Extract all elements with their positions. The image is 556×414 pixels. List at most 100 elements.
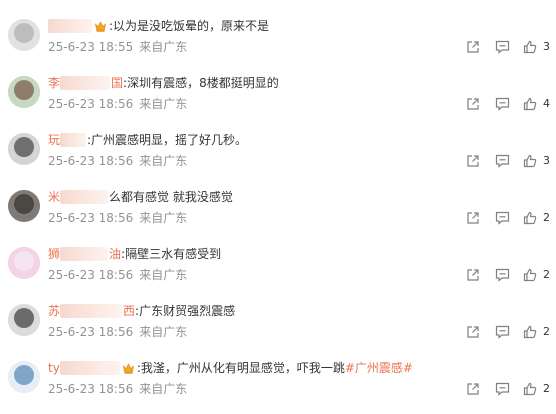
comment-actions: 2: [460, 381, 556, 397]
share-button[interactable]: [466, 324, 480, 340]
comment-text: :我滏，广州从化有明显感觉，吓我一跳: [136, 361, 345, 375]
comment-date: 25-6-23 18:55: [48, 40, 134, 54]
comment-meta: 25-6-23 18:56 来自广东: [48, 381, 187, 397]
comment-line: 苏 西:广东财贸强烈震感: [48, 302, 235, 320]
comment-item: 狮 油:隔壁三水有感受到 25-6-23 18:56 来自广东 2: [0, 232, 556, 289]
like-button[interactable]: 3: [523, 153, 550, 169]
like-icon: [523, 382, 537, 396]
like-count: 3: [543, 40, 550, 53]
reply-button[interactable]: [495, 96, 510, 112]
like-button[interactable]: 2: [523, 324, 550, 340]
share-icon: [466, 211, 480, 225]
like-icon: [523, 97, 537, 111]
comment-actions: 3: [460, 39, 556, 55]
comment-item: 玩 :广州震感明显，摇了好几秒。 25-6-23 18:56 来自广东 3: [0, 118, 556, 175]
share-icon: [466, 154, 480, 168]
comment-location: 来自广东: [139, 211, 188, 225]
avatar[interactable]: [8, 76, 40, 108]
comment-text: :广州震感明显，摇了好几秒。: [87, 133, 248, 147]
comment-meta: 25-6-23 18:56 来自广东: [48, 153, 187, 169]
like-count: 2: [543, 382, 550, 395]
share-button[interactable]: [466, 267, 480, 283]
comment-line: 玩 :广州震感明显，摇了好几秒。: [48, 131, 247, 149]
nickname-prefix[interactable]: 苏: [48, 302, 60, 320]
like-count: 2: [543, 325, 550, 338]
like-button[interactable]: 3: [523, 39, 550, 55]
nickname-prefix[interactable]: 玩: [48, 131, 60, 149]
comment-icon: [495, 325, 510, 339]
nickname-suffix[interactable]: 油: [109, 245, 121, 263]
comment-meta: 25-6-23 18:56 来自广东: [48, 96, 187, 112]
like-icon: [523, 268, 537, 282]
comment-location: 来自广东: [139, 325, 188, 339]
comment-date: 25-6-23 18:56: [48, 97, 134, 111]
comment-location: 来自广东: [139, 382, 188, 396]
avatar[interactable]: [8, 247, 40, 279]
comment-meta: 25-6-23 18:55 来自广东: [48, 39, 187, 55]
comment-icon: [495, 268, 510, 282]
like-button[interactable]: 4: [523, 96, 550, 112]
reply-button[interactable]: [495, 39, 510, 55]
comment-icon: [495, 154, 510, 168]
nickname-mask: [48, 19, 92, 33]
avatar[interactable]: [8, 133, 40, 165]
comment-icon: [495, 97, 510, 111]
comment-location: 来自广东: [139, 154, 188, 168]
nickname-prefix[interactable]: 狮: [48, 245, 60, 263]
comment-actions: 2: [460, 324, 556, 340]
comment-actions: 2: [460, 267, 556, 283]
like-icon: [523, 325, 537, 339]
comment-icon: [495, 382, 510, 396]
comment-date: 25-6-23 18:56: [48, 154, 134, 168]
comment-meta: 25-6-23 18:56 来自广东: [48, 210, 187, 226]
nickname-mask: [60, 247, 109, 261]
comment-line: ty :我滏，广州从化有明显感觉，吓我一跳 #广州震感#: [48, 359, 413, 377]
nickname-suffix[interactable]: 西: [123, 302, 135, 320]
nickname-suffix[interactable]: 国: [111, 74, 123, 92]
like-button[interactable]: 2: [523, 210, 550, 226]
share-button[interactable]: [466, 381, 480, 397]
comment-item: ty :我滏，广州从化有明显感觉，吓我一跳 #广州震感# 25-6-23 18:56 来…: [0, 346, 556, 403]
comment-text: :深圳有震感，8楼都挺明显的: [123, 76, 279, 90]
reply-button[interactable]: [495, 153, 510, 169]
comment-line: 李 国:深圳有震感，8楼都挺明显的: [48, 74, 279, 92]
comment-item: 李 国:深圳有震感，8楼都挺明显的 25-6-23 18:56 来自广东 4: [0, 61, 556, 118]
avatar[interactable]: [8, 190, 40, 222]
reply-button[interactable]: [495, 381, 510, 397]
comment-icon: [495, 211, 510, 225]
comment-actions: 3: [460, 153, 556, 169]
comment-date: 25-6-23 18:56: [48, 268, 134, 282]
like-icon: [523, 211, 537, 225]
like-icon: [523, 40, 537, 54]
comment-date: 25-6-23 18:56: [48, 211, 134, 225]
reply-button[interactable]: [495, 324, 510, 340]
nickname-prefix[interactable]: 米: [48, 188, 60, 206]
comment-item: 米 么都有感觉 就我没感觉 25-6-23 18:56 来自广东 2: [0, 175, 556, 232]
share-button[interactable]: [466, 153, 480, 169]
nickname-mask: [59, 361, 120, 375]
like-count: 4: [543, 97, 550, 110]
like-button[interactable]: 2: [523, 267, 550, 283]
like-button[interactable]: 2: [523, 381, 550, 397]
comment-line: 狮 油:隔壁三水有感受到: [48, 245, 221, 263]
comment-line: 米 么都有感觉 就我没感觉: [48, 188, 233, 206]
like-count: 2: [543, 211, 550, 224]
share-button[interactable]: [466, 96, 480, 112]
share-button[interactable]: [466, 210, 480, 226]
nickname-prefix[interactable]: ty: [48, 359, 60, 377]
avatar[interactable]: [8, 19, 40, 51]
comment-text: :隔壁三水有感受到: [121, 247, 222, 261]
reply-button[interactable]: [495, 210, 510, 226]
comment-location: 来自广东: [139, 268, 188, 282]
comment-text: 么都有感觉 就我没感觉: [109, 190, 233, 204]
comment-date: 25-6-23 18:56: [48, 382, 134, 396]
nickname-prefix[interactable]: 李: [48, 74, 60, 92]
share-button[interactable]: [466, 39, 480, 55]
share-icon: [466, 382, 480, 396]
avatar[interactable]: [8, 304, 40, 336]
avatar[interactable]: [8, 361, 40, 393]
crown-icon: [122, 362, 135, 375]
topic-tag[interactable]: #广州震感#: [345, 359, 413, 377]
reply-button[interactable]: [495, 267, 510, 283]
comment-icon: [495, 40, 510, 54]
